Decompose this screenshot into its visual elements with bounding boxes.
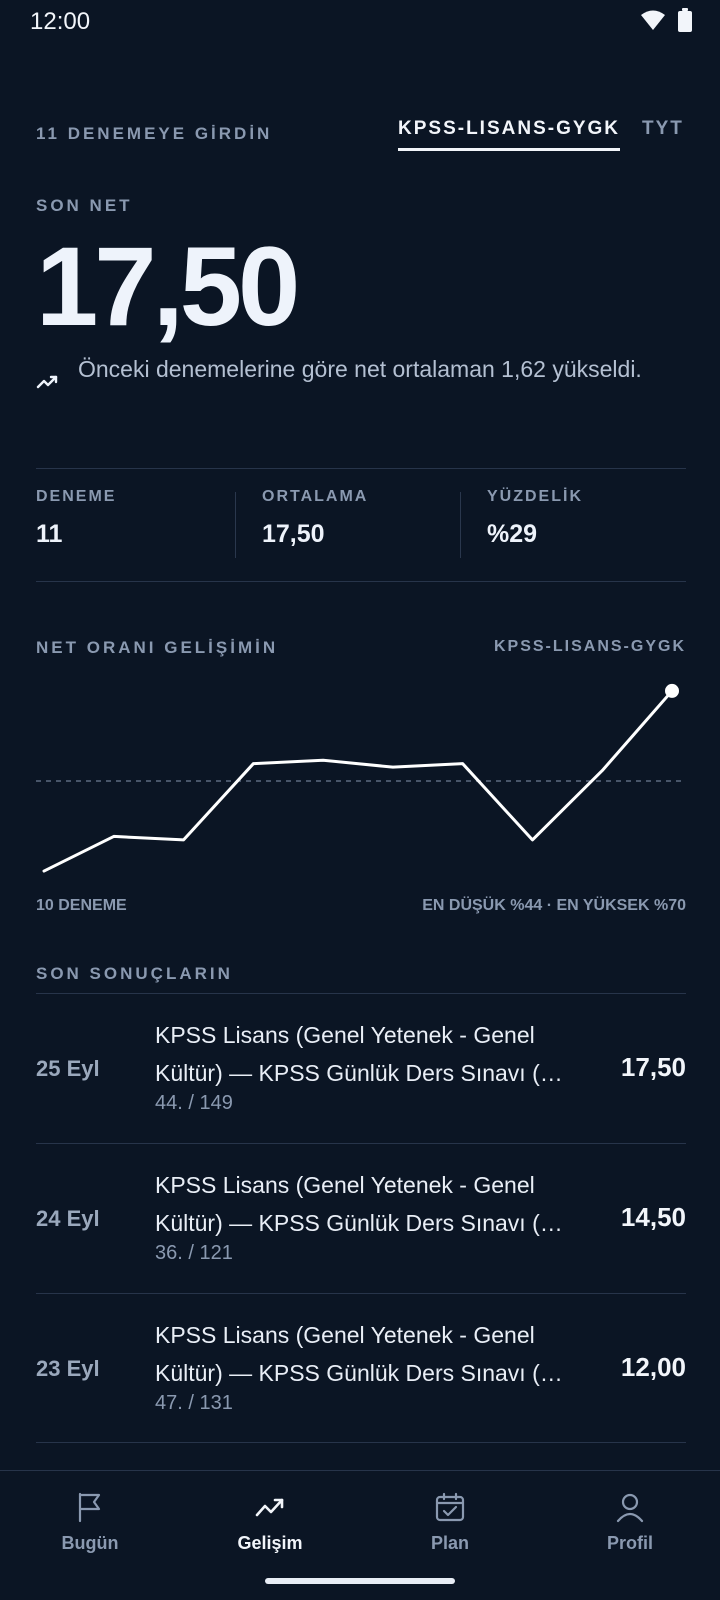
status-time: 12:00 xyxy=(30,8,91,35)
trend-text: Önceki denemelerine göre net ortalaman 1… xyxy=(78,356,642,382)
result-rank: 47. / 131 xyxy=(155,1392,233,1414)
nav-item-plan[interactable]: Plan xyxy=(380,1491,520,1554)
home-indicator xyxy=(265,1578,455,1584)
results-list: 25 Eyl KPSS Lisans (Genel Yetenek - Gene… xyxy=(36,993,686,1443)
stat-separator xyxy=(235,492,236,558)
person-icon xyxy=(616,1493,644,1523)
net-progress-chart xyxy=(36,683,686,873)
chart-header: NET ORANI GELİŞİMİN KPSS-LISANS-GYGK xyxy=(36,638,686,662)
nav-label: Bugün xyxy=(61,1533,119,1553)
result-row[interactable]: 23 Eyl KPSS Lisans (Genel Yetenek - Gene… xyxy=(36,1293,686,1443)
header-row: 11 DENEMEYE GİRDİN KPSS-LISANS-GYGK TYT xyxy=(36,118,686,158)
latest-point xyxy=(665,683,679,698)
status-icons xyxy=(640,8,692,32)
wifi-icon xyxy=(641,10,665,30)
result-date: 25 Eyl xyxy=(36,1056,100,1081)
result-title: KPSS Lisans (Genel Yetenek - Genel Kültü… xyxy=(155,1022,563,1086)
stats-row: DENEME 11 ORTALAMA 17,50 YÜZDELİK %29 xyxy=(36,488,686,558)
result-net: 14,50 xyxy=(620,1202,686,1232)
status-bar: 12:00 xyxy=(0,0,720,44)
tab-tyt[interactable]: TYT xyxy=(642,118,684,140)
battery-icon xyxy=(678,8,692,32)
stat-value: %29 xyxy=(487,520,538,548)
result-date: 24 Eyl xyxy=(36,1206,100,1231)
stat-value: 17,50 xyxy=(262,520,325,548)
stat-separator xyxy=(460,492,461,558)
chart-footer-count: 10 DENEME xyxy=(36,897,127,914)
stat-label: YÜZDELİK xyxy=(487,488,583,505)
son-net-value: 17,50 xyxy=(36,224,300,349)
result-title: KPSS Lisans (Genel Yetenek - Genel Kültü… xyxy=(155,1322,563,1386)
son-net-label: SON NET xyxy=(36,196,133,215)
result-rank: 44. / 149 xyxy=(155,1092,233,1114)
nav-label: Gelişim xyxy=(237,1533,303,1553)
chart-footer-range: EN DÜŞÜK %44 · EN YÜKSEK %70 xyxy=(422,897,686,914)
divider xyxy=(36,468,686,469)
result-net: 12,00 xyxy=(620,1352,686,1382)
chart-exam-label: KPSS-LISANS-GYGK xyxy=(493,638,686,655)
result-net: 17,50 xyxy=(620,1052,686,1082)
chart-title: NET ORANI GELİŞİMİN xyxy=(36,638,279,657)
calendar-check-icon xyxy=(435,1492,465,1522)
stat-yuzdelik: YÜZDELİK %29 xyxy=(487,488,687,549)
stat-label: DENEME xyxy=(36,488,117,505)
nav-item-gelisim[interactable]: Gelişim xyxy=(200,1491,340,1554)
divider xyxy=(36,581,686,582)
stat-ortalama: ORTALAMA 17,50 xyxy=(262,488,462,549)
nav-item-profil[interactable]: Profil xyxy=(560,1491,700,1554)
nav-label: Plan xyxy=(430,1533,469,1553)
result-row[interactable]: 24 Eyl KPSS Lisans (Genel Yetenek - Gene… xyxy=(36,1143,686,1293)
result-title: KPSS Lisans (Genel Yetenek - Genel Kültü… xyxy=(155,1172,563,1236)
stat-label: ORTALAMA xyxy=(262,488,369,505)
result-date: 23 Eyl xyxy=(36,1356,100,1381)
flag-icon xyxy=(78,1492,101,1523)
attempts-label: 11 DENEMEYE GİRDİN xyxy=(36,124,273,143)
results-title: SON SONUÇLARIN xyxy=(36,964,233,983)
trend-up-icon xyxy=(255,1498,284,1517)
nav-label: Profil xyxy=(606,1533,653,1553)
result-row[interactable]: 25 Eyl KPSS Lisans (Genel Yetenek - Gene… xyxy=(36,993,686,1143)
stat-value: 11 xyxy=(36,520,63,548)
result-rank: 36. / 121 xyxy=(155,1242,233,1264)
stat-deneme: DENEME 11 xyxy=(36,488,236,549)
tab-kpss-lisans-gygk[interactable]: KPSS-LISANS-GYGK xyxy=(398,118,621,151)
nav-item-bugun[interactable]: Bugün xyxy=(20,1491,160,1554)
trend-up-icon xyxy=(36,375,58,389)
